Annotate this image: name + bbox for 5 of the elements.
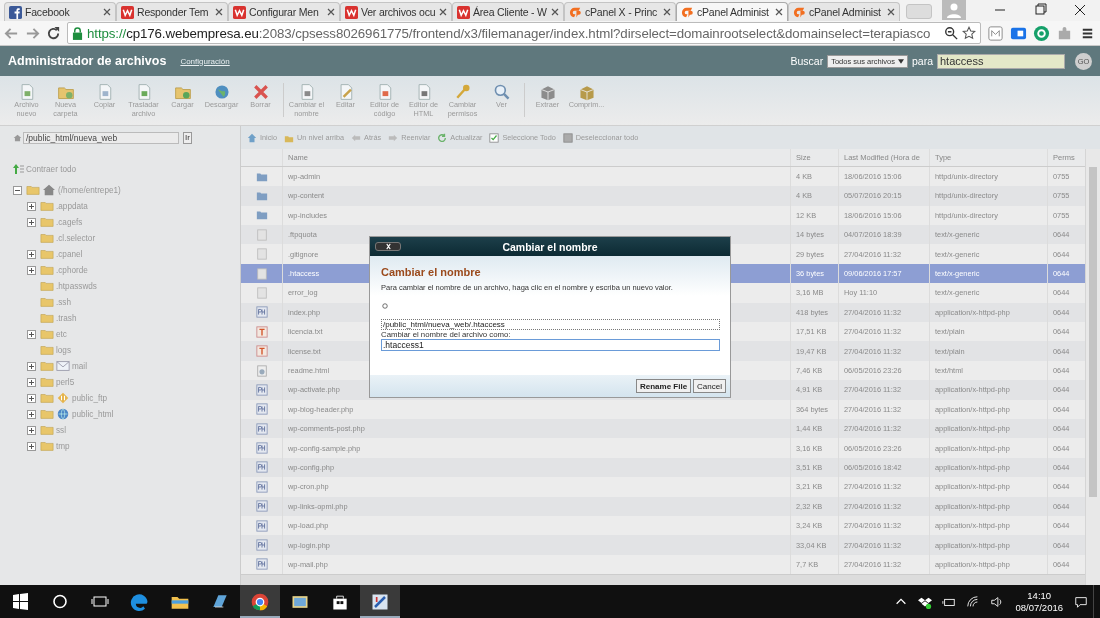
for-label: para (912, 55, 933, 67)
search-label: Buscar (790, 55, 824, 67)
dialog-heading: Cambiar el nombre (381, 266, 482, 278)
app-title: Administrador de archivos (8, 54, 167, 68)
current-path: /public_html/nueva_web/.htaccess (381, 319, 720, 330)
